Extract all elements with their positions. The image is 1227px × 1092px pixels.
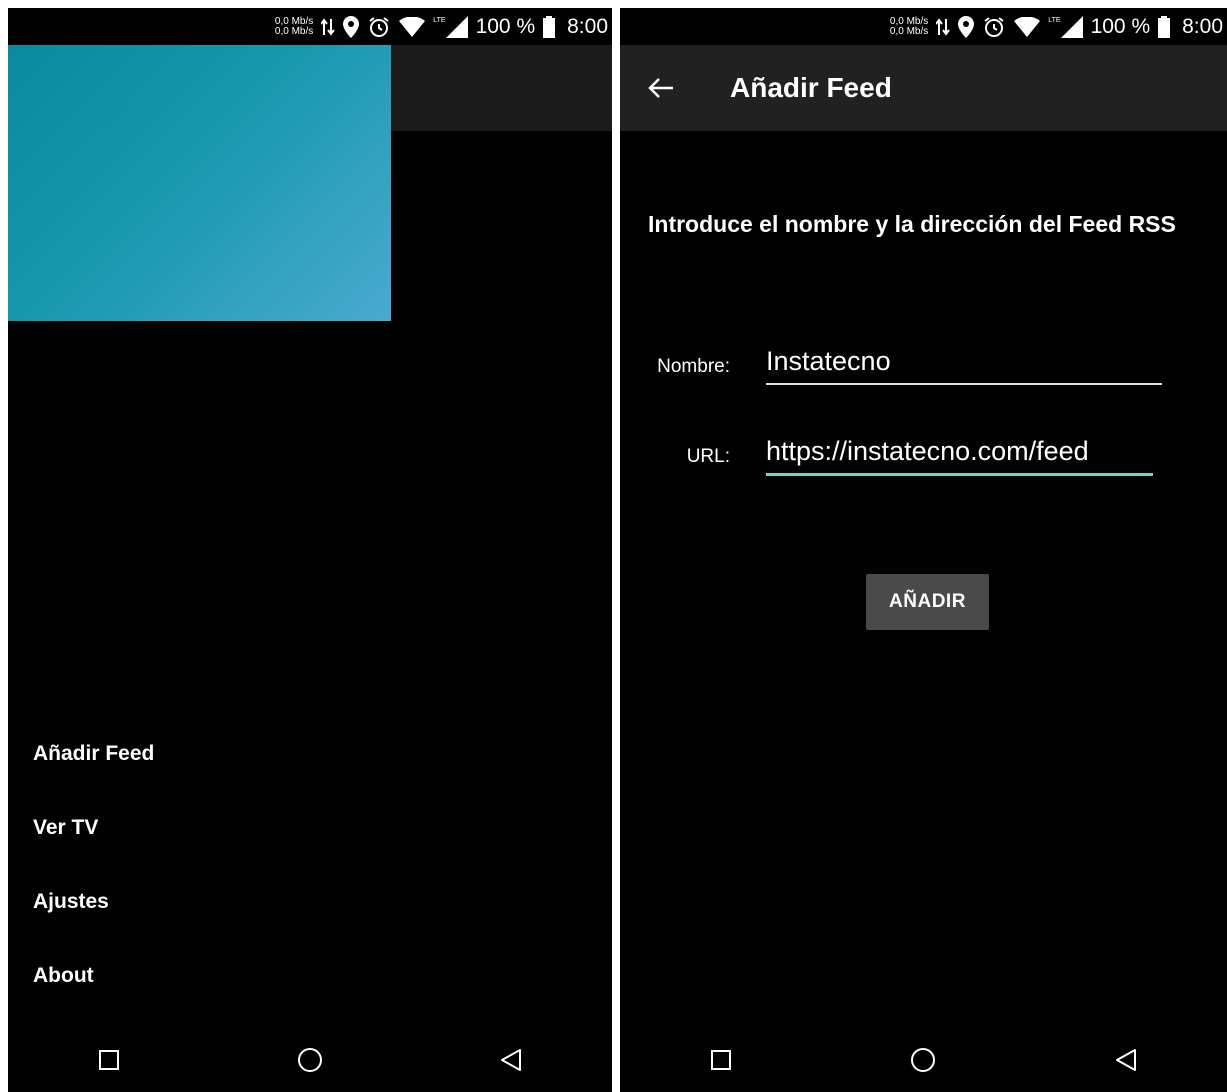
net-up-text: 0,0 Mb/s (889, 15, 929, 27)
battery-icon (543, 15, 556, 38)
status-bar: 0,0 Mb/s 0,0 Mb/s LTE 100 % 8:00 (620, 8, 1227, 45)
signal-icon: LTE (1048, 15, 1083, 38)
network-type-text: LTE (1048, 17, 1061, 24)
back-nav-icon[interactable] (1096, 1030, 1156, 1090)
add-feed-screen: 0,0 Mb/s 0,0 Mb/s LTE 100 % 8:00 Añadir … (620, 8, 1227, 1092)
alarm-icon (982, 15, 1006, 39)
net-speed: 0,0 Mb/s 0,0 Mb/s (889, 15, 929, 37)
battery-text: 100 % (1090, 14, 1151, 38)
recents-icon[interactable] (691, 1030, 751, 1090)
home-icon[interactable] (280, 1030, 340, 1090)
battery-icon (1158, 15, 1171, 38)
clock: 8:00 (1182, 14, 1223, 38)
battery-text: 100 % (475, 14, 536, 38)
back-nav-icon[interactable] (481, 1030, 541, 1090)
recents-icon[interactable] (79, 1030, 139, 1090)
app-toolbar: Añadir Feed (620, 45, 1227, 131)
back-arrow-icon[interactable] (620, 45, 704, 131)
net-down-text: 0,0 Mb/s (889, 25, 929, 37)
name-input[interactable] (766, 346, 1162, 385)
menu-item-settings[interactable]: Ajustes (33, 883, 154, 957)
name-label: Nombre: (657, 356, 730, 377)
drawer-header (8, 45, 391, 321)
nav-bar (8, 1028, 612, 1092)
instructions-text: Introduce el nombre y la dirección del F… (648, 211, 1176, 237)
dimmed-app-bar[interactable] (391, 45, 612, 131)
wifi-icon (399, 16, 426, 37)
menu-item-watch-tv[interactable]: Ver TV (33, 809, 154, 883)
nav-bar (620, 1028, 1227, 1092)
data-arrows-icon (321, 17, 336, 37)
status-bar: 0,0 Mb/s 0,0 Mb/s LTE 100 % 8:00 (8, 8, 612, 45)
location-icon (343, 15, 360, 38)
home-icon[interactable] (893, 1030, 953, 1090)
network-type-text: LTE (433, 17, 446, 24)
wifi-icon (1014, 16, 1041, 37)
net-down-text: 0,0 Mb/s (274, 25, 314, 37)
data-arrows-icon (936, 17, 951, 37)
url-label: URL: (686, 446, 730, 467)
url-input[interactable] (766, 436, 1153, 476)
menu-item-add-feed[interactable]: Añadir Feed (33, 735, 154, 809)
page-title: Añadir Feed (730, 72, 892, 103)
net-speed: 0,0 Mb/s 0,0 Mb/s (274, 15, 314, 37)
alarm-icon (367, 15, 391, 39)
signal-icon: LTE (433, 15, 468, 38)
drawer-menu: Añadir Feed Ver TV Ajustes About (33, 735, 154, 1031)
net-up-text: 0,0 Mb/s (274, 15, 314, 27)
menu-item-about[interactable]: About (33, 957, 154, 1031)
location-icon (958, 15, 975, 38)
clock: 8:00 (567, 14, 608, 38)
drawer-screen: 0,0 Mb/s 0,0 Mb/s LTE 100 % 8:00 Añadir … (8, 8, 612, 1092)
add-button[interactable]: AÑADIR (866, 574, 989, 630)
